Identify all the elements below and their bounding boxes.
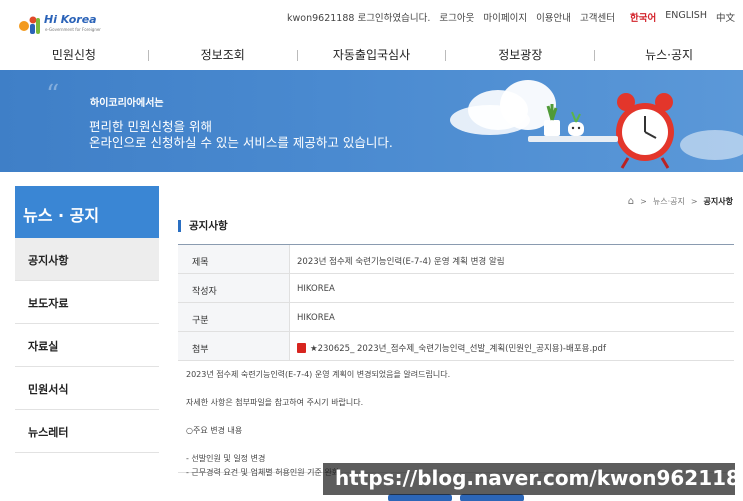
sidebar: 뉴스 · 공지 공지사항 보도자료 자료실 민원서식 뉴스레터 <box>15 186 159 453</box>
nav-auto-immigration[interactable]: 자동출입국심사 <box>298 42 446 70</box>
row-label: 제목 <box>178 245 290 273</box>
body-line: 2023년 점수제 숙련기능인력(E-7-4) 운영 계획이 변경되었음을 알려… <box>186 370 451 379</box>
login-status: kwon9621188 로그인하였습니다. <box>287 13 431 24</box>
attachment-link[interactable]: ★230625_ 2023년_점수제_숙련기능인력_선발_계획(민원인_공지용)… <box>310 344 606 354</box>
notice-detail-table: 제목 2023년 점수제 숙련기능인력(E-7-4) 운영 계획 변경 알림 작… <box>178 244 734 361</box>
sidebar-item-newsletter[interactable]: 뉴스레터 <box>15 410 159 453</box>
body-line <box>186 438 726 452</box>
shelf-decoration <box>528 136 618 142</box>
logout-link[interactable]: 로그아웃 <box>439 10 474 24</box>
nav-apply[interactable]: 민원신청 <box>0 42 148 70</box>
logo-text: Hi Korea <box>44 13 97 26</box>
table-row: 작성자 HIKOREA <box>178 274 734 303</box>
row-label: 작성자 <box>178 274 290 302</box>
guide-link[interactable]: 이용안내 <box>536 10 571 24</box>
breadcrumb-separator: > <box>640 197 647 206</box>
logo-mark-icon <box>19 16 40 34</box>
notice-author: HIKOREA <box>297 284 335 294</box>
table-row: 첨부 ★230625_ 2023년_점수제_숙련기능인력_선발_계획(민원인_공… <box>178 332 734 361</box>
cloud-decoration <box>680 130 743 160</box>
notice-category: HIKOREA <box>297 313 335 323</box>
plant-icon <box>544 104 584 136</box>
lang-chinese[interactable]: 中文 <box>716 10 735 24</box>
hero-banner: “ 하이코리아에서는 편리한 민원신청을 위해 온라인으로 신청하실 수 있는 … <box>0 70 743 172</box>
top-bar: Hi Korea e-Government for Foreigner kwon… <box>0 0 743 42</box>
customer-center-link[interactable]: 고객센터 <box>580 10 615 24</box>
banner-subtitle: 하이코리아에서는 <box>90 98 164 109</box>
nav-info-plaza[interactable]: 정보광장 <box>446 42 594 70</box>
notice-body: 2023년 점수제 숙련기능인력(E-7-4) 운영 계획이 변경되었음을 알려… <box>178 363 734 477</box>
body-line: 자세한 사항은 첨부파일을 참고하여 주시기 바랍니다. <box>186 398 364 407</box>
print-button[interactable] <box>460 494 524 501</box>
banner-line-2: 온라인으로 신청하실 수 있는 서비스를 제공하고 있습니다. <box>89 135 393 150</box>
attachment-cell: ★230625_ 2023년_점수제_숙련기능인력_선발_계획(민원인_공지용)… <box>290 332 734 360</box>
hikorea-logo[interactable]: Hi Korea e-Government for Foreigner <box>18 12 108 38</box>
breadcrumb-separator: > <box>690 197 698 206</box>
body-line <box>186 382 726 396</box>
alarm-clock-icon <box>616 93 674 169</box>
sidebar-title: 뉴스 · 공지 <box>15 186 159 238</box>
lang-english[interactable]: ENGLISH <box>665 10 707 24</box>
cloud-decoration <box>450 105 530 135</box>
logo-subtext: e-Government for Foreigner <box>45 27 101 32</box>
breadcrumb-current: 공지사항 <box>703 197 733 206</box>
breadcrumb-parent[interactable]: 뉴스·공지 <box>653 196 685 207</box>
pdf-icon <box>297 343 306 353</box>
nav-info[interactable]: 정보조회 <box>149 42 297 70</box>
list-button[interactable] <box>388 494 452 501</box>
mypage-link[interactable]: 마이페이지 <box>483 10 527 24</box>
utility-menu: kwon9621188 로그인하였습니다. 로그아웃 마이페이지 이용안내 고객… <box>287 10 735 24</box>
quote-icon: “ <box>46 80 60 110</box>
sidebar-item-notice[interactable]: 공지사항 <box>15 238 159 281</box>
breadcrumb: ⌂ > 뉴스·공지 > 공지사항 <box>628 196 733 207</box>
section-title: 공지사항 <box>178 220 228 232</box>
home-icon[interactable]: ⌂ <box>628 196 634 207</box>
blog-watermark: https://blog.naver.com/kwon9621188 <box>323 463 743 495</box>
lang-korean[interactable]: 한국어 <box>630 10 656 24</box>
row-label: 구분 <box>178 303 290 331</box>
body-line <box>186 410 726 424</box>
table-row: 구분 HIKOREA <box>178 303 734 332</box>
main-nav: 민원신청 정보조회 자동출입국심사 정보광장 뉴스·공지 <box>0 42 743 70</box>
nav-news-notice[interactable]: 뉴스·공지 <box>595 42 743 70</box>
sidebar-item-forms[interactable]: 민원서식 <box>15 367 159 410</box>
sidebar-item-archive[interactable]: 자료실 <box>15 324 159 367</box>
row-label: 첨부 <box>178 332 290 360</box>
body-line: ○주요 변경 내용 <box>186 426 243 435</box>
notice-title: 2023년 점수제 숙련기능인력(E-7-4) 운영 계획 변경 알림 <box>297 257 505 267</box>
table-row: 제목 2023년 점수제 숙련기능인력(E-7-4) 운영 계획 변경 알림 <box>178 245 734 274</box>
sidebar-item-press[interactable]: 보도자료 <box>15 281 159 324</box>
